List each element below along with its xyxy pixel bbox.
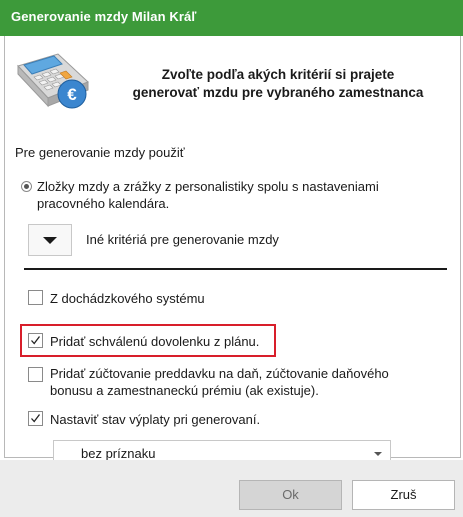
- section-label: Pre generovanie mzdy použiť: [15, 145, 185, 160]
- expander-label[interactable]: Iné kritériá pre generovanie mzdy: [86, 232, 279, 247]
- checkmark-icon: [31, 336, 41, 345]
- checkbox-tax-settlement-line-2: bonusu a zamestnaneckú prémiu (ak existu…: [50, 383, 319, 398]
- radio-label-line-2: pracovného kalendára.: [37, 196, 170, 211]
- page-heading: Zvoľte podľa akých kritérií si prajete g…: [108, 66, 448, 102]
- svg-text:€: €: [67, 85, 77, 104]
- divider: [24, 268, 447, 270]
- checkbox-attendance-system-label[interactable]: Z dochádzkového systému: [50, 291, 205, 306]
- heading-line-2: generovať mzdu pre vybraného zamestnanca: [132, 85, 424, 100]
- checkbox-approved-vacation[interactable]: [28, 333, 43, 348]
- radio-label-line-1: Zložky mzdy a zrážky z personalistiky sp…: [37, 179, 379, 194]
- status-select-value: bez príznaku: [81, 446, 156, 461]
- chevron-down-icon: [43, 237, 57, 244]
- checkbox-tax-settlement-label[interactable]: Pridať zúčtovanie preddavku na daň, zúčt…: [50, 365, 389, 399]
- checkbox-tax-settlement-line-1: Pridať zúčtovanie preddavku na daň, zúčt…: [50, 366, 389, 381]
- checkbox-tax-settlement[interactable]: [28, 367, 43, 382]
- window-title: Generovanie mzdy Milan Kráľ: [11, 9, 197, 24]
- radio-personnel-components[interactable]: [21, 181, 32, 192]
- title-bar[interactable]: Generovanie mzdy Milan Kráľ: [0, 0, 463, 36]
- dialog: Generovanie mzdy Milan Kráľ € Zvoľte pod…: [0, 0, 463, 517]
- checkmark-icon: [31, 414, 41, 423]
- checkbox-payment-status-label[interactable]: Nastaviť stav výplaty pri generovaní.: [50, 412, 260, 427]
- calculator-euro-icon: €: [17, 53, 89, 109]
- expand-criteria-button[interactable]: [28, 224, 72, 256]
- checkbox-approved-vacation-label[interactable]: Pridať schválenú dovolenku z plánu.: [50, 334, 259, 349]
- dropdown-arrow-icon: [374, 452, 382, 456]
- heading-line-1: Zvoľte podľa akých kritérií si prajete: [161, 67, 395, 82]
- checkbox-attendance-system[interactable]: [28, 290, 43, 305]
- ok-button[interactable]: Ok: [239, 480, 342, 510]
- cancel-button[interactable]: Zruš: [352, 480, 455, 510]
- checkbox-payment-status[interactable]: [28, 411, 43, 426]
- radio-label[interactable]: Zložky mzdy a zrážky z personalistiky sp…: [37, 178, 379, 212]
